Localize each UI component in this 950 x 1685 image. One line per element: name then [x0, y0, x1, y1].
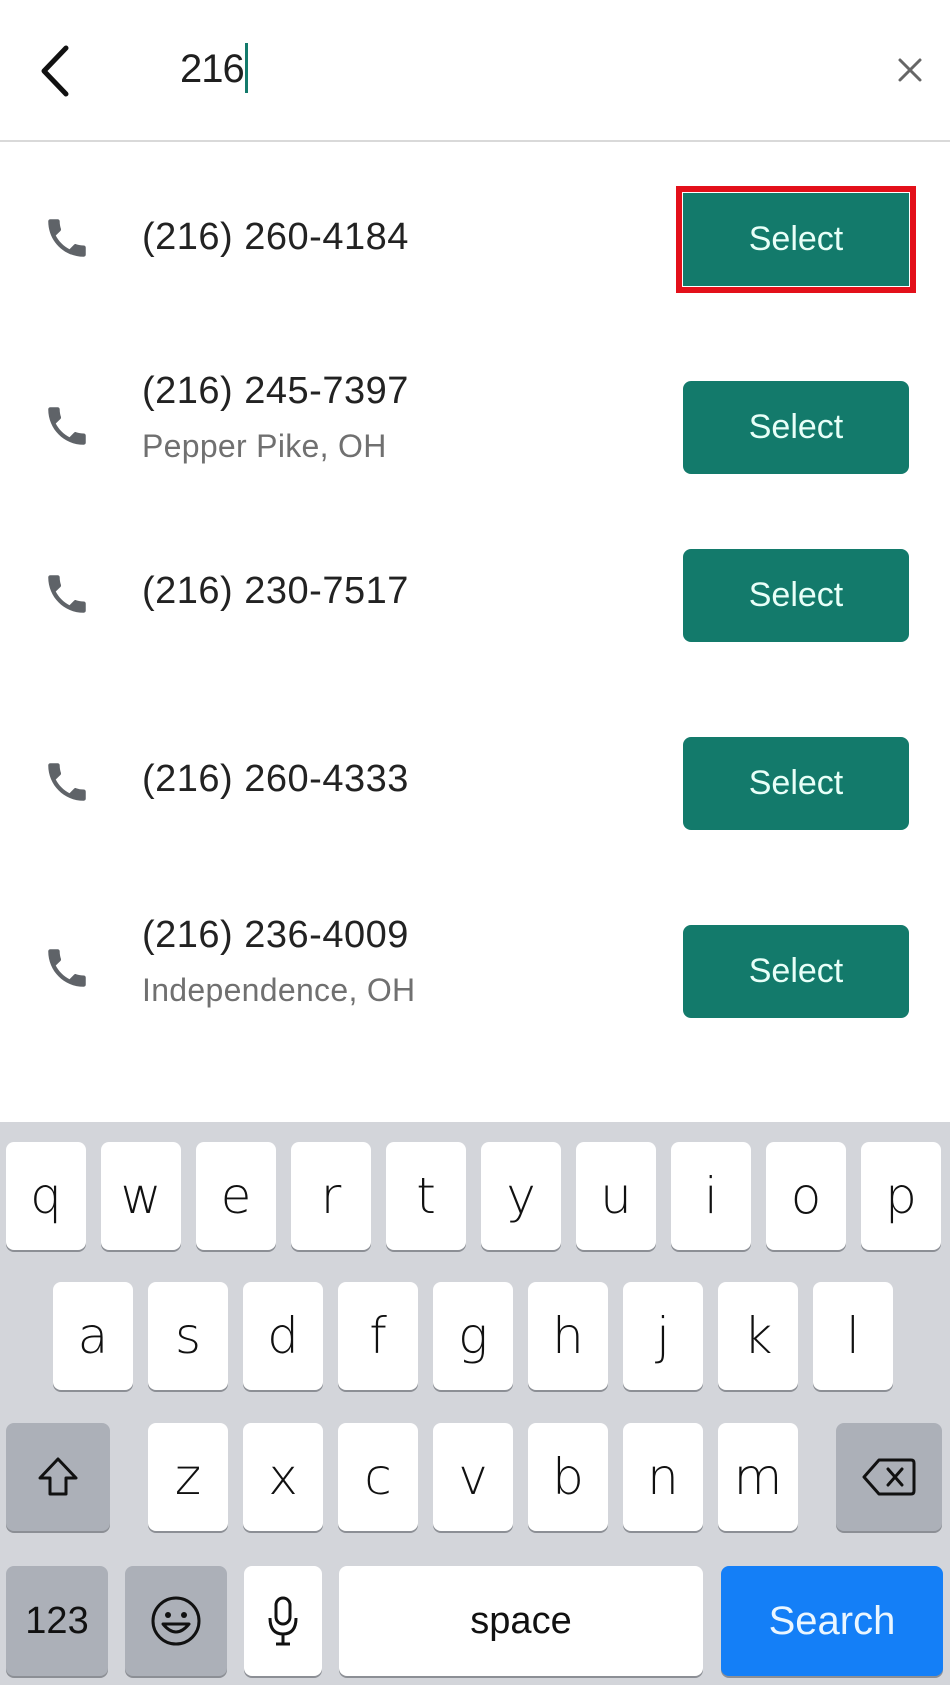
key-f[interactable]: f: [338, 1282, 418, 1390]
list-item: (216) 236-4009 Independence, OH Select: [0, 896, 950, 1084]
key-p[interactable]: p: [861, 1142, 941, 1250]
key-q[interactable]: q: [6, 1142, 86, 1250]
key-x[interactable]: x: [243, 1423, 323, 1531]
key-h[interactable]: h: [528, 1282, 608, 1390]
shift-icon: [38, 1457, 78, 1496]
select-button[interactable]: Select: [683, 737, 909, 830]
phone-location: Independence, OH: [142, 972, 416, 1008]
phone-number: (216) 245-7397: [142, 370, 409, 412]
backspace-icon: [862, 1458, 916, 1496]
select-button[interactable]: Select: [683, 925, 909, 1018]
chevron-left-icon: [41, 45, 69, 97]
key-t[interactable]: t: [386, 1142, 466, 1250]
key-b[interactable]: b: [528, 1423, 608, 1531]
close-icon: [898, 58, 922, 82]
numbers-key[interactable]: 123: [6, 1566, 108, 1676]
select-button[interactable]: Select: [683, 381, 909, 474]
back-button[interactable]: [30, 36, 80, 106]
key-r[interactable]: r: [291, 1142, 371, 1250]
key-k[interactable]: k: [718, 1282, 798, 1390]
list-item: (216) 260-4333 Select: [0, 708, 950, 896]
search-header: 216: [0, 0, 950, 142]
shift-key[interactable]: [6, 1423, 110, 1531]
select-button[interactable]: Select: [683, 549, 909, 642]
key-e[interactable]: e: [196, 1142, 276, 1250]
select-button[interactable]: Select: [676, 186, 916, 293]
on-screen-keyboard: q w e r t y u i o p a s d f g h j k l z …: [0, 1122, 950, 1685]
emoji-key[interactable]: [125, 1566, 227, 1676]
key-j[interactable]: j: [623, 1282, 703, 1390]
key-i[interactable]: i: [671, 1142, 751, 1250]
search-input-value: 216: [180, 47, 245, 91]
key-z[interactable]: z: [148, 1423, 228, 1531]
key-a[interactable]: a: [53, 1282, 133, 1390]
backspace-key[interactable]: [836, 1423, 942, 1531]
key-s[interactable]: s: [148, 1282, 228, 1390]
key-l[interactable]: l: [813, 1282, 893, 1390]
key-c[interactable]: c: [338, 1423, 418, 1531]
key-o[interactable]: o: [766, 1142, 846, 1250]
phone-number: (216) 236-4009: [142, 914, 409, 956]
key-v[interactable]: v: [433, 1423, 513, 1531]
phone-icon: [48, 407, 86, 445]
key-y[interactable]: y: [481, 1142, 561, 1250]
emoji-icon: [151, 1596, 201, 1646]
phone-number: (216) 260-4333: [142, 758, 409, 800]
phone-number: (216) 260-4184: [142, 216, 409, 258]
dictation-key[interactable]: [244, 1566, 322, 1676]
space-key[interactable]: space: [339, 1566, 703, 1676]
search-input[interactable]: 216: [180, 43, 248, 94]
phone-icon: [48, 763, 86, 801]
phone-location: Pepper Pike, OH: [142, 428, 387, 464]
key-g[interactable]: g: [433, 1282, 513, 1390]
key-d[interactable]: d: [243, 1282, 323, 1390]
phone-icon: [48, 219, 86, 257]
clear-search-button[interactable]: [890, 50, 930, 90]
phone-icon: [48, 949, 86, 987]
list-item: (216) 260-4184 Select: [0, 144, 950, 332]
key-n[interactable]: n: [623, 1423, 703, 1531]
key-w[interactable]: w: [101, 1142, 181, 1250]
phone-icon: [48, 575, 86, 613]
phone-number: (216) 230-7517: [142, 570, 409, 612]
key-m[interactable]: m: [718, 1423, 798, 1531]
search-key[interactable]: Search: [721, 1566, 943, 1676]
list-item: (216) 245-7397 Pepper Pike, OH Select: [0, 332, 950, 520]
list-item: (216) 230-7517 Select: [0, 520, 950, 708]
key-u[interactable]: u: [576, 1142, 656, 1250]
microphone-icon: [268, 1596, 298, 1646]
text-caret: [244, 43, 248, 94]
